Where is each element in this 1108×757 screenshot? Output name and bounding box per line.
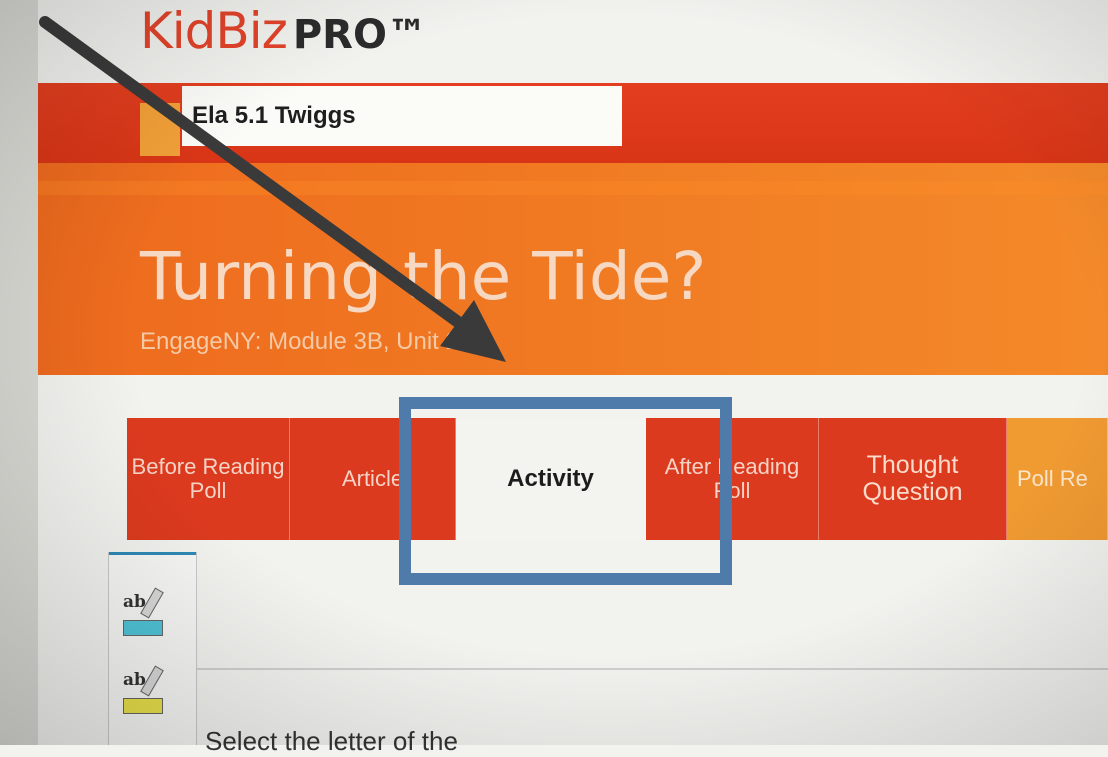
pointer-arrow-icon	[39, 16, 506, 362]
